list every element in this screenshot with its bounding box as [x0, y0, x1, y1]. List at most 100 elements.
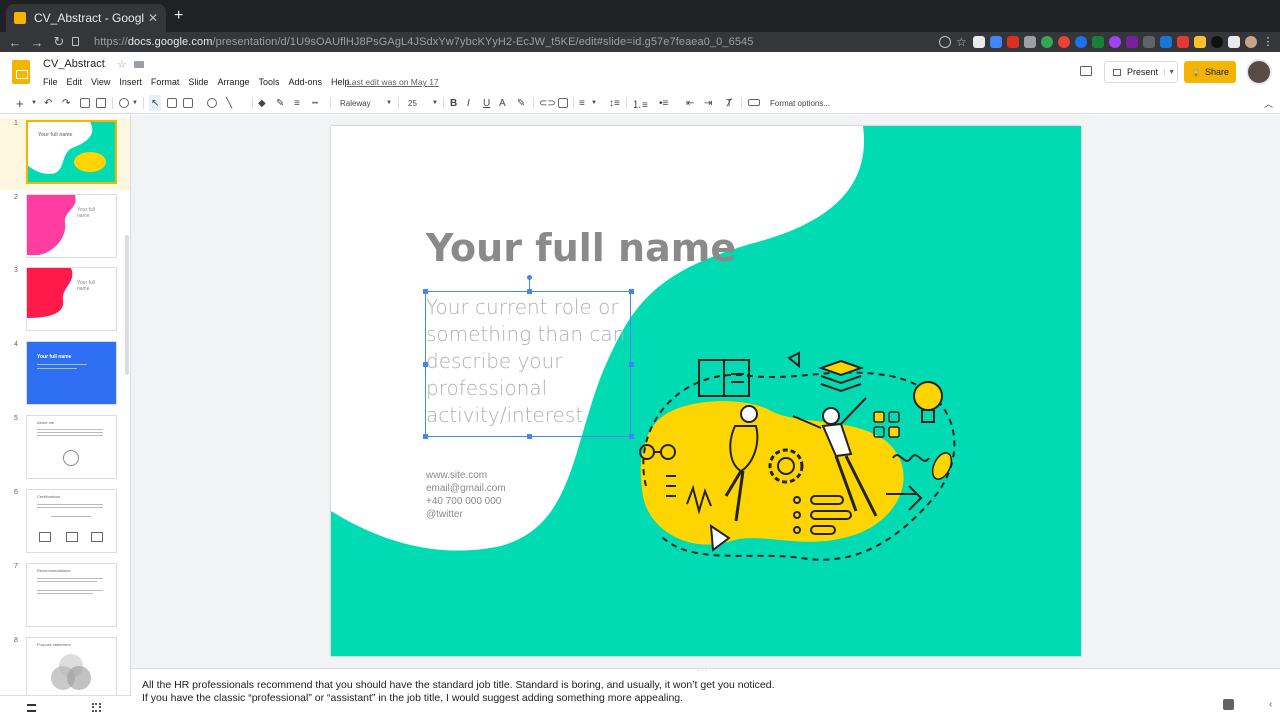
extension-icon[interactable] — [973, 36, 985, 48]
bookmark-star-icon[interactable]: ☆ — [956, 36, 968, 48]
forward-icon[interactable]: → — [26, 35, 48, 50]
keyboard-icon[interactable] — [748, 99, 760, 106]
chevron-down-icon[interactable]: ▼ — [432, 95, 438, 111]
line-icon[interactable]: ╲ — [226, 95, 232, 111]
increase-indent-icon[interactable]: ⇥ — [704, 95, 712, 111]
extension-icon[interactable] — [1041, 36, 1053, 48]
list-view-icon[interactable] — [27, 704, 36, 712]
redo-icon[interactable]: ↷ — [62, 95, 70, 111]
extension-icon[interactable] — [1075, 36, 1087, 48]
grid-view-icon[interactable] — [92, 703, 101, 712]
explore-icon[interactable] — [1223, 699, 1234, 710]
print-icon[interactable] — [80, 98, 90, 108]
text-color-icon[interactable]: A — [499, 95, 506, 111]
border-weight-icon[interactable]: ≡ — [294, 95, 300, 111]
menu-add-ons[interactable]: Add-ons — [288, 77, 322, 87]
resize-handle[interactable] — [629, 289, 634, 294]
align-icon[interactable]: ≡ — [579, 95, 585, 111]
new-tab-button[interactable]: + — [174, 7, 183, 25]
folder-icon[interactable] — [134, 61, 144, 68]
menu-edit[interactable]: Edit — [67, 77, 83, 87]
resize-handle[interactable] — [423, 289, 428, 294]
fill-color-icon[interactable]: ◆ — [258, 95, 266, 111]
menu-file[interactable]: File — [43, 77, 58, 87]
star-icon[interactable]: ☆ — [117, 58, 127, 71]
notes-resize-handle[interactable]: · · · — [697, 667, 708, 674]
extension-icon[interactable] — [1109, 36, 1121, 48]
browser-tab[interactable]: CV_Abstract - Google Slides ✕ — [6, 4, 166, 32]
chevron-down-icon[interactable]: ▼ — [132, 95, 138, 111]
slide-thumbnail-5[interactable]: About me — [26, 415, 117, 479]
comments-icon[interactable] — [1080, 66, 1092, 76]
rotate-handle[interactable] — [527, 275, 532, 280]
numbered-list-icon[interactable]: ⒈≡ — [632, 95, 648, 111]
format-options-button[interactable]: Format options... — [770, 95, 830, 111]
undo-icon[interactable]: ↶ — [44, 95, 52, 111]
text-box-icon[interactable] — [167, 98, 177, 108]
menu-arrange[interactable]: Arrange — [217, 77, 249, 87]
slide-thumbnail-6[interactable]: Certifications — [26, 489, 117, 553]
extension-icon[interactable] — [1194, 36, 1206, 48]
extension-icon[interactable] — [990, 36, 1002, 48]
back-icon[interactable]: ← — [4, 35, 26, 50]
image-icon[interactable] — [183, 98, 193, 108]
present-button[interactable]: Present ▼ — [1104, 61, 1178, 83]
line-spacing-icon[interactable]: ↕≡ — [609, 95, 620, 111]
speaker-notes[interactable]: · · · All the HR professionals recommend… — [131, 667, 1280, 720]
new-slide-icon[interactable]: + — [16, 95, 24, 111]
border-dash-icon[interactable]: ┅ — [312, 95, 318, 111]
font-size-field[interactable]: 25 — [408, 95, 417, 111]
resize-handle[interactable] — [527, 289, 532, 294]
text-box-selection[interactable] — [425, 291, 631, 437]
last-edit-link[interactable]: Last edit was on May 17 — [347, 77, 439, 87]
slide-thumbnail-3[interactable]: Your full name — [26, 267, 117, 331]
slide-thumbnail-8[interactable]: Purpose statement — [26, 637, 117, 695]
underline-icon[interactable]: U — [483, 95, 490, 111]
decrease-indent-icon[interactable]: ⇤ — [686, 95, 694, 111]
select-tool-icon[interactable]: ↖ — [149, 95, 162, 111]
border-color-icon[interactable]: ✎ — [276, 95, 284, 111]
resize-handle[interactable] — [423, 434, 428, 439]
chevron-down-icon[interactable]: ▼ — [591, 95, 597, 111]
highlight-icon[interactable]: ✎ — [517, 95, 525, 111]
menu-tools[interactable]: Tools — [258, 77, 279, 87]
resize-handle[interactable] — [423, 362, 428, 367]
avatar[interactable] — [1246, 59, 1272, 85]
paint-format-icon[interactable] — [96, 98, 106, 108]
extension-icon[interactable] — [1126, 36, 1138, 48]
extension-icon[interactable] — [1228, 36, 1240, 48]
extension-icon[interactable] — [1007, 36, 1019, 48]
slide-thumbnail-7[interactable]: Recommendations — [26, 563, 117, 627]
extension-icon[interactable] — [1211, 36, 1223, 48]
menu-slide[interactable]: Slide — [188, 77, 208, 87]
slide-thumbnail-1[interactable]: Your full name — [26, 120, 117, 184]
url-field[interactable]: https://docs.google.com/presentation/d/1… — [94, 32, 753, 52]
resize-handle[interactable] — [629, 434, 634, 439]
extension-icon[interactable] — [1092, 36, 1104, 48]
more-menu-icon[interactable]: ⋮ — [1262, 36, 1274, 48]
collapse-panel-icon[interactable]: ‹ — [1269, 699, 1272, 710]
extension-icon[interactable] — [1160, 36, 1172, 48]
extension-icon[interactable] — [1143, 36, 1155, 48]
notes-text[interactable]: All the HR professionals recommend that … — [142, 679, 1202, 705]
extension-icon[interactable] — [1177, 36, 1189, 48]
reload-icon[interactable]: ↻ — [48, 34, 70, 50]
document-title[interactable]: CV_Abstract — [43, 58, 105, 70]
resize-handle[interactable] — [629, 362, 634, 367]
share-button[interactable]: 🔒 Share — [1184, 61, 1236, 83]
zoom-icon[interactable] — [119, 98, 129, 108]
zoom-icon[interactable] — [939, 36, 951, 48]
profile-avatar-icon[interactable] — [1245, 36, 1257, 48]
link-icon[interactable]: ⊂⊃ — [539, 95, 556, 111]
shape-icon[interactable] — [207, 98, 217, 108]
menu-view[interactable]: View — [91, 77, 110, 87]
comment-icon[interactable] — [558, 98, 568, 108]
slide-title[interactable]: Your full name — [426, 226, 736, 270]
slide-thumbnail-2[interactable]: Your full name — [26, 194, 117, 258]
slide-thumbnail-4[interactable]: Your full name — [26, 341, 117, 405]
chevron-down-icon[interactable]: ▼ — [1164, 68, 1175, 76]
filmstrip-scrollbar[interactable] — [125, 235, 129, 375]
bulleted-list-icon[interactable]: •≡ — [659, 95, 668, 111]
extension-icon[interactable] — [1024, 36, 1036, 48]
close-tab-icon[interactable]: ✕ — [148, 11, 158, 25]
